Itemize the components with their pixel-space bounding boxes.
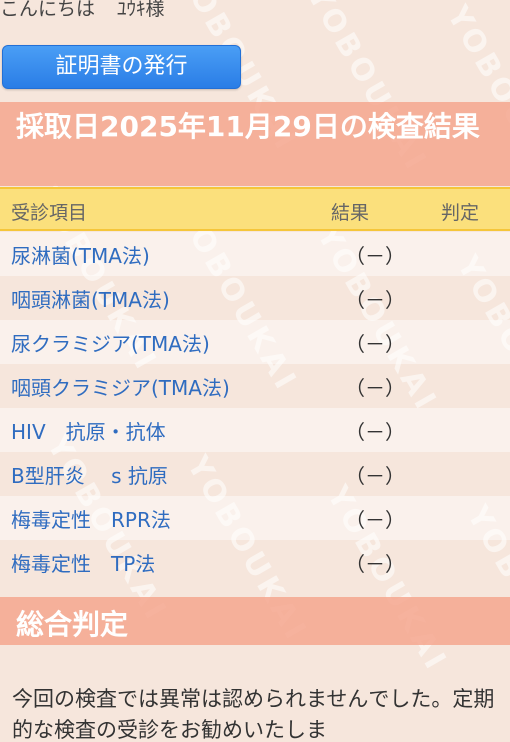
- test-item-link[interactable]: 尿淋菌(TMA法): [11, 240, 150, 269]
- test-item-link[interactable]: 咽頭クラミジア(TMA法): [11, 372, 230, 401]
- header-item: 受診項目: [11, 202, 88, 224]
- test-result: （－）: [345, 288, 405, 312]
- greeting: こんにちは ﾕｳｷ様: [0, 0, 165, 20]
- header-result: 結果: [331, 202, 370, 224]
- test-result: （－）: [345, 420, 405, 444]
- test-item-link[interactable]: HIV 抗原・抗体: [11, 416, 166, 445]
- test-result: （－）: [345, 552, 405, 576]
- table-row: 咽頭クラミジア(TMA法) （－）: [0, 364, 510, 408]
- table-row: HIV 抗原・抗体 （－）: [0, 408, 510, 452]
- table-row: 咽頭淋菌(TMA法) （－）: [0, 276, 510, 320]
- greeting-hello: こんにちは: [0, 0, 96, 20]
- table-row: 梅毒定性 RPR法 （－）: [0, 496, 510, 540]
- table-row: B型肝炎 s 抗原 （－）: [0, 452, 510, 496]
- test-item-link[interactable]: 梅毒定性 RPR法: [11, 504, 171, 533]
- test-result: （－）: [345, 376, 405, 400]
- test-result: （－）: [345, 508, 405, 532]
- overall-judgement-header: 総合判定: [0, 597, 510, 645]
- issue-certificate-button[interactable]: 証明書の発行: [2, 45, 241, 89]
- test-item-link[interactable]: 尿クラミジア(TMA法): [11, 328, 210, 357]
- test-item-link[interactable]: 梅毒定性 TP法: [11, 548, 155, 577]
- table-row: 尿淋菌(TMA法) （－）: [0, 232, 510, 276]
- table-row: 尿クラミジア(TMA法) （－）: [0, 320, 510, 364]
- header-judgement: 判定: [441, 202, 480, 224]
- test-result: （－）: [345, 332, 405, 356]
- overall-judgement-text: 今回の検査では異常は認められませんでした。定期的な検査の受診をお勧めいたしま: [12, 687, 495, 742]
- results-table-header: 受診項目 結果 判定: [0, 187, 510, 231]
- collection-date-header: 採取日2025年11月29日の検査結果: [0, 102, 510, 186]
- test-result: （－）: [345, 244, 405, 268]
- test-result: （－）: [345, 464, 405, 488]
- test-item-link[interactable]: B型肝炎 s 抗原: [11, 460, 168, 489]
- table-row: 梅毒定性 TP法 （－）: [0, 540, 510, 584]
- test-item-link[interactable]: 咽頭淋菌(TMA法): [11, 284, 170, 313]
- greeting-name: ﾕｳｷ様: [117, 0, 165, 20]
